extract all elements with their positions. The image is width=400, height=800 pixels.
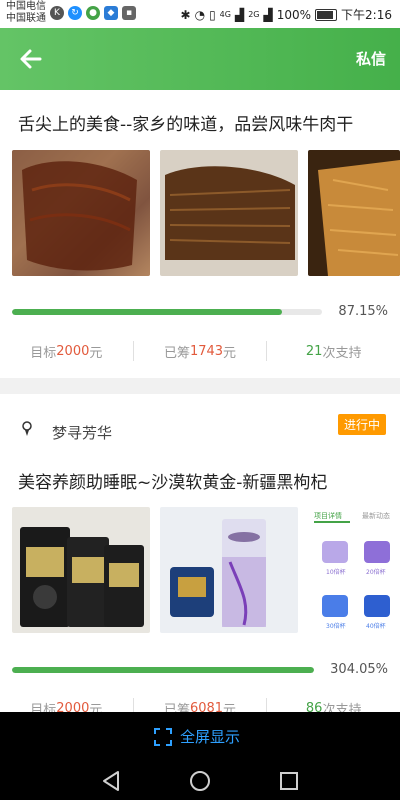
- cup-label-2: 20倍杯: [366, 569, 386, 576]
- battery-icon: [315, 8, 338, 21]
- fullscreen-label: 全屏显示: [180, 728, 241, 746]
- carrier-info: 中国电信 中国联通: [6, 1, 46, 25]
- goji-tea-glass-photo: [160, 507, 298, 633]
- goji-packages-photo: [12, 507, 150, 633]
- carrier-2: 中国联通: [6, 13, 46, 24]
- alarm-icon: ◔: [194, 7, 206, 22]
- vibrate-icon: ▯: [209, 7, 216, 22]
- raised-unit: 元: [223, 345, 237, 361]
- system-indicators: ✱ ◔ ▯ 4G ▟ 2G ▟ 100% 下午2:16: [181, 6, 392, 23]
- progress-fill-2: [12, 667, 314, 673]
- project-1-image-3[interactable]: [308, 150, 400, 276]
- circle-home-icon: [190, 771, 210, 791]
- project-title-1[interactable]: 舌尖上的美食--家乡的味道，品尝风味牛肉干: [18, 110, 353, 135]
- progress-percent-2: 304.05%: [330, 662, 388, 677]
- app-notification-icon: ●: [86, 6, 100, 20]
- signal-icon: ▟: [234, 7, 245, 22]
- cup-label-4: 40倍杯: [366, 623, 386, 630]
- network-2g: 2G: [248, 10, 260, 19]
- square-recents-icon: [280, 772, 298, 790]
- k-app-icon: K: [50, 6, 64, 20]
- raised-stat: 已筹 1743 元: [134, 341, 268, 361]
- triangle-back-icon: [103, 771, 119, 791]
- signal-icon-2: ▟: [263, 7, 273, 22]
- progress-percent-1: 87.15%: [338, 304, 388, 319]
- cup-label-1: 10倍杯: [326, 569, 346, 576]
- user-avatar[interactable]: [18, 420, 36, 438]
- status-badge: 进行中: [337, 414, 386, 435]
- nav-recents-button[interactable]: [274, 766, 304, 796]
- back-button[interactable]: [16, 44, 46, 74]
- cup-label-3: 30倍杯: [326, 623, 346, 630]
- nav-back-button[interactable]: [96, 766, 126, 796]
- back-arrow-icon: [20, 49, 42, 69]
- progress-bar-1: [12, 309, 322, 315]
- card-divider: [0, 378, 400, 394]
- project-2-image-3[interactable]: 项目详情 最新动态 10倍杯 20倍杯 30倍杯 40倍杯: [308, 507, 400, 633]
- cup-comparison-photo: [314, 521, 390, 617]
- goal-label: 目标: [30, 345, 57, 361]
- bottom-bar: 全屏显示: [0, 712, 400, 800]
- project-1-image-1[interactable]: [12, 150, 150, 276]
- fullscreen-button[interactable]: 全屏显示: [154, 726, 240, 747]
- shredded-beef-photo: [160, 150, 298, 276]
- network-4g: 4G: [219, 10, 231, 19]
- username[interactable]: 梦寻芳华: [52, 422, 112, 443]
- raised-value: 1743: [189, 343, 224, 359]
- battery-percent: 100%: [276, 7, 312, 22]
- notification-icons: K ↻ ● ◆ ▪: [50, 6, 136, 20]
- progress-fill-1: [12, 309, 283, 315]
- dried-meat-floss-photo: [308, 150, 400, 276]
- support-count: 21: [305, 343, 323, 359]
- goal-unit: 元: [89, 345, 103, 361]
- fullscreen-icon: [154, 727, 172, 746]
- avatar-icon: [22, 421, 32, 436]
- carrier-1: 中国电信: [6, 1, 46, 12]
- goal-value: 2000: [56, 343, 90, 359]
- baidu-icon: ◆: [104, 6, 118, 20]
- support-stat: 21 次支持: [267, 341, 400, 361]
- project-title-2[interactable]: 美容养颜助睡眠~沙漠软黄金-新疆黑枸杞: [18, 468, 327, 493]
- project-2-image-1[interactable]: [12, 507, 150, 633]
- private-message-button[interactable]: 私信: [356, 48, 386, 69]
- app-bar: 私信: [0, 28, 400, 90]
- project-2-image-2[interactable]: [160, 507, 298, 633]
- beef-jerky-photo: [12, 150, 150, 276]
- refresh-app-icon: ↻: [68, 6, 82, 20]
- bluetooth-icon: ✱: [180, 7, 191, 22]
- goal-stat: 目标 2000 元: [0, 341, 134, 361]
- status-bar: 中国电信 中国联通 K ↻ ● ◆ ▪ ✱ ◔ ▯ 4G ▟ 2G ▟ 100%…: [0, 0, 400, 28]
- more-notification-icon: ▪: [122, 6, 136, 20]
- project-1-stats: 目标 2000 元 已筹 1743 元 21 次支持: [0, 341, 400, 361]
- nav-home-button[interactable]: [185, 766, 215, 796]
- raised-label: 已筹: [163, 345, 190, 361]
- support-label: 次支持: [322, 345, 362, 361]
- clock-time: 下午2:16: [341, 8, 392, 22]
- progress-bar-2: [12, 667, 314, 673]
- project-1-image-2[interactable]: [160, 150, 298, 276]
